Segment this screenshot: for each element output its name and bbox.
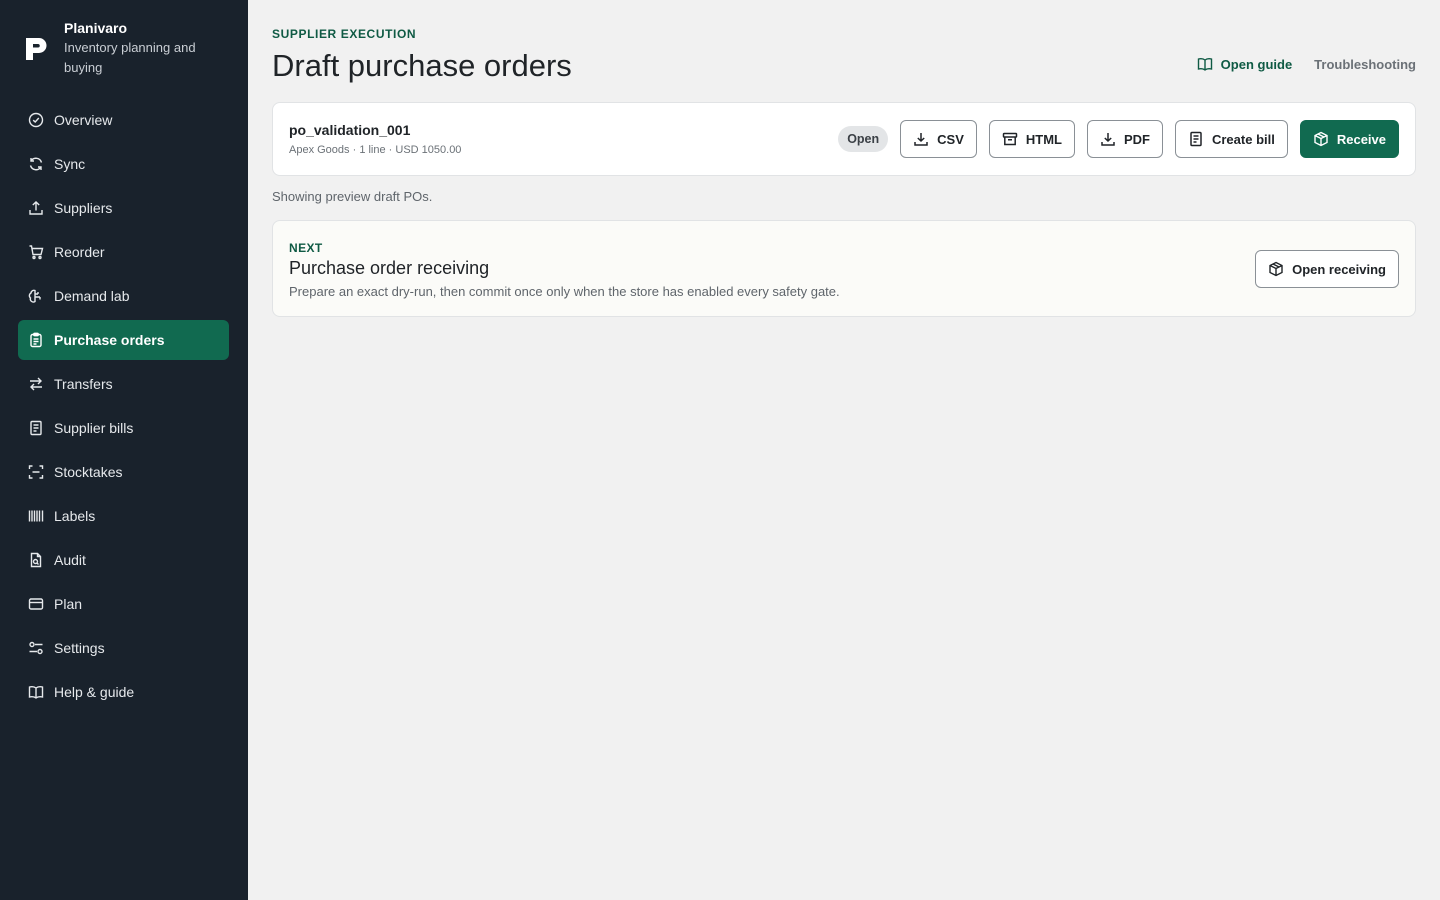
sidebar-item-supplier-bills[interactable]: Supplier bills — [18, 408, 229, 448]
sidebar-item-help-guide[interactable]: Help & guide — [18, 672, 229, 712]
export-csv-label: CSV — [937, 131, 964, 147]
upload-icon — [28, 200, 44, 216]
sidebar: Planivaro Inventory planning and buying … — [0, 0, 248, 900]
sidebar-item-label: Reorder — [54, 244, 105, 260]
app-name: Planivaro — [64, 20, 128, 36]
receive-label: Receive — [1336, 131, 1386, 147]
sidebar-item-label: Labels — [54, 508, 96, 524]
open-receiving-button[interactable]: Open receiving — [1255, 250, 1399, 288]
po-meta: Apex Goods · 1 line · USD 1050.00 — [289, 144, 462, 156]
arrows-swap-icon — [28, 376, 44, 392]
sidebar-item-label: Help & guide — [54, 684, 135, 700]
package-icon — [1269, 261, 1283, 277]
sidebar-item-label: Settings — [54, 640, 105, 656]
sidebar-item-label: Audit — [54, 552, 86, 568]
planivaro-logo-icon — [26, 38, 47, 60]
brand: Planivaro Inventory planning and buying — [24, 18, 214, 78]
barcode-icon — [28, 508, 44, 524]
export-csv-button[interactable]: CSV — [900, 120, 977, 158]
cart-icon — [28, 244, 44, 260]
open-guide-label: Open guide — [1220, 56, 1293, 72]
receipt-icon — [1190, 131, 1202, 147]
next-step-card: NEXT Purchase order receiving Prepare an… — [272, 220, 1416, 317]
sidebar-item-reorder[interactable]: Reorder — [18, 232, 229, 272]
receipt-icon — [28, 420, 44, 436]
sidebar-item-overview[interactable]: Overview — [18, 100, 229, 140]
sidebar-item-sync[interactable]: Sync — [18, 144, 229, 184]
sidebar-item-stocktakes[interactable]: Stocktakes — [18, 452, 229, 492]
file-search-icon — [28, 552, 44, 568]
export-html-label: HTML — [1025, 131, 1062, 147]
page-eyebrow: SUPPLIER EXECUTION — [272, 27, 417, 41]
archive-icon — [1002, 132, 1018, 146]
sidebar-item-transfers[interactable]: Transfers — [18, 364, 229, 404]
credit-card-icon — [28, 596, 44, 612]
export-html-button[interactable]: HTML — [988, 120, 1075, 158]
open-guide-link[interactable]: Open guide — [1197, 56, 1293, 72]
clipboard-icon — [28, 332, 44, 348]
book-icon — [28, 684, 44, 700]
header-links: Open guide Troubleshooting — [1197, 56, 1416, 72]
create-bill-button[interactable]: Create bill — [1174, 120, 1288, 158]
sidebar-item-settings[interactable]: Settings — [18, 628, 229, 668]
sidebar-item-label: Transfers — [54, 376, 113, 392]
download-icon — [914, 133, 928, 146]
export-pdf-button[interactable]: PDF — [1086, 120, 1163, 158]
sidebar-item-label: Overview — [54, 112, 113, 128]
sidebar-item-label: Purchase orders — [54, 332, 165, 348]
status-badge: Open — [838, 126, 889, 152]
sidebar-item-label: Stocktakes — [54, 464, 123, 480]
sidebar-item-plan[interactable]: Plan — [18, 584, 229, 624]
po-id: po_validation_001 — [289, 122, 411, 138]
sliders-icon — [28, 640, 44, 656]
check-circle-icon — [28, 112, 44, 128]
book-icon — [1197, 58, 1212, 71]
po-actions: Open CSV HTML PDF Create bill Receive — [838, 120, 1399, 158]
next-title: Purchase order receiving — [289, 258, 490, 278]
app-tagline: Inventory planning and buying — [64, 40, 196, 75]
sidebar-item-labels[interactable]: Labels — [18, 496, 229, 536]
sidebar-item-label: Sync — [54, 156, 86, 172]
next-label: NEXT — [289, 241, 323, 255]
package-icon — [1314, 131, 1328, 147]
page-title: Draft purchase orders — [272, 48, 572, 83]
troubleshooting-link[interactable]: Troubleshooting — [1314, 57, 1416, 72]
sidebar-item-purchase-orders[interactable]: Purchase orders — [18, 320, 229, 360]
refresh-icon — [28, 156, 44, 172]
receive-button[interactable]: Receive — [1299, 120, 1399, 158]
sidebar-item-label: Demand lab — [54, 288, 130, 304]
purchase-order-card: po_validation_001 Apex Goods · 1 line · … — [272, 102, 1416, 176]
preview-note: Showing preview draft POs. — [272, 189, 433, 204]
sidebar-item-audit[interactable]: Audit — [18, 540, 229, 580]
download-icon — [1101, 133, 1115, 146]
sidebar-item-label: Plan — [54, 596, 83, 612]
sidebar-item-suppliers[interactable]: Suppliers — [18, 188, 229, 228]
sidebar-item-label: Suppliers — [54, 200, 113, 216]
open-receiving-label: Open receiving — [1292, 261, 1386, 277]
main-content: SUPPLIER EXECUTION Draft purchase orders… — [248, 0, 1440, 900]
create-bill-label: Create bill — [1211, 131, 1275, 147]
sidebar-item-label: Supplier bills — [54, 420, 134, 436]
sidebar-nav: Overview Sync Suppliers Reorder Demand l… — [18, 100, 229, 716]
sidebar-item-demand-lab[interactable]: Demand lab — [18, 276, 229, 316]
brain-icon — [28, 288, 44, 304]
scan-icon — [28, 464, 44, 480]
next-description: Prepare an exact dry-run, then commit on… — [289, 284, 840, 299]
export-pdf-label: PDF — [1123, 131, 1150, 147]
